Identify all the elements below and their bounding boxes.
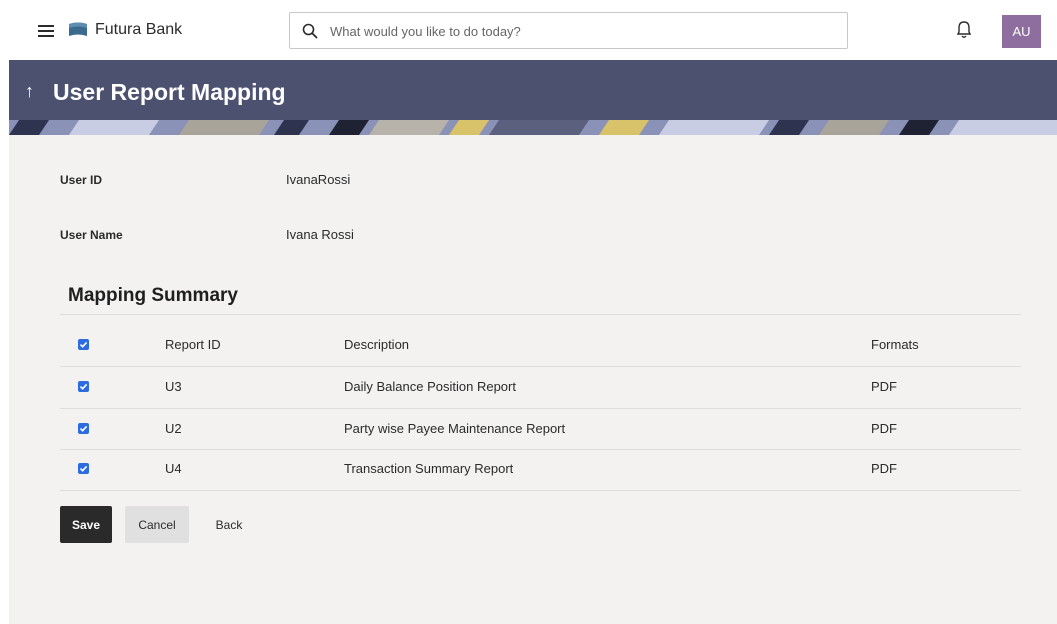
brand-name: Futura Bank (95, 21, 183, 38)
checkbox-checked-icon (79, 341, 88, 348)
user-id-value: IvanaRossi (286, 172, 351, 187)
divider (60, 490, 1021, 491)
select-all-checkbox[interactable] (78, 339, 89, 350)
page-title: User Report Mapping (53, 79, 286, 105)
row-checkbox[interactable] (78, 423, 89, 434)
top-navigation-bar: Futura Bank AU (0, 0, 1057, 60)
format-cell: PDF (871, 379, 897, 394)
cancel-button[interactable]: Cancel (125, 506, 189, 543)
table-row: U2 Party wise Payee Maintenance Report P… (60, 410, 1021, 450)
column-header-report-id: Report ID (165, 337, 221, 352)
format-cell: PDF (871, 461, 897, 476)
divider (60, 408, 1021, 409)
search-input[interactable] (330, 20, 830, 42)
bell-icon[interactable] (957, 21, 971, 39)
description-cell: Daily Balance Position Report (344, 379, 516, 394)
user-name-label: User Name (60, 228, 123, 242)
column-header-description: Description (344, 337, 410, 352)
page-banner: ↑ User Report Mapping (9, 60, 1057, 135)
menu-icon[interactable] (38, 25, 54, 37)
save-button[interactable]: Save (60, 506, 112, 543)
back-button[interactable]: Back (204, 506, 254, 543)
column-header-formats: Formats (871, 337, 919, 352)
user-id-label: User ID (60, 173, 103, 187)
table-row: U3 Daily Balance Position Report PDF (60, 368, 1021, 408)
report-id-cell: U2 (165, 421, 182, 436)
checkbox-checked-icon (79, 425, 88, 432)
user-avatar[interactable]: AU (1002, 15, 1041, 48)
table-row: U4 Transaction Summary Report PDF (60, 450, 1021, 490)
divider (60, 314, 1021, 315)
row-checkbox[interactable] (78, 381, 89, 392)
checkbox-checked-icon (79, 465, 88, 472)
search-bar[interactable] (289, 12, 848, 49)
row-checkbox[interactable] (78, 463, 89, 474)
back-arrow-icon[interactable]: ↑ (25, 81, 34, 102)
search-icon (302, 23, 318, 39)
mapping-summary-title: Mapping Summary (68, 285, 238, 306)
user-name-value: Ivana Rossi (286, 227, 354, 242)
report-id-cell: U3 (165, 379, 182, 394)
bank-logo-icon (69, 22, 87, 36)
description-cell: Transaction Summary Report (344, 461, 514, 476)
main-content: User ID IvanaRossi User Name Ivana Rossi… (9, 135, 1057, 624)
format-cell: PDF (871, 421, 897, 436)
checkbox-checked-icon (79, 383, 88, 390)
description-cell: Party wise Payee Maintenance Report (344, 421, 566, 436)
divider (60, 366, 1021, 367)
banner-pattern (9, 120, 1057, 135)
report-id-cell: U4 (165, 461, 182, 476)
table-header-row: Report ID Description Formats (60, 326, 1021, 366)
